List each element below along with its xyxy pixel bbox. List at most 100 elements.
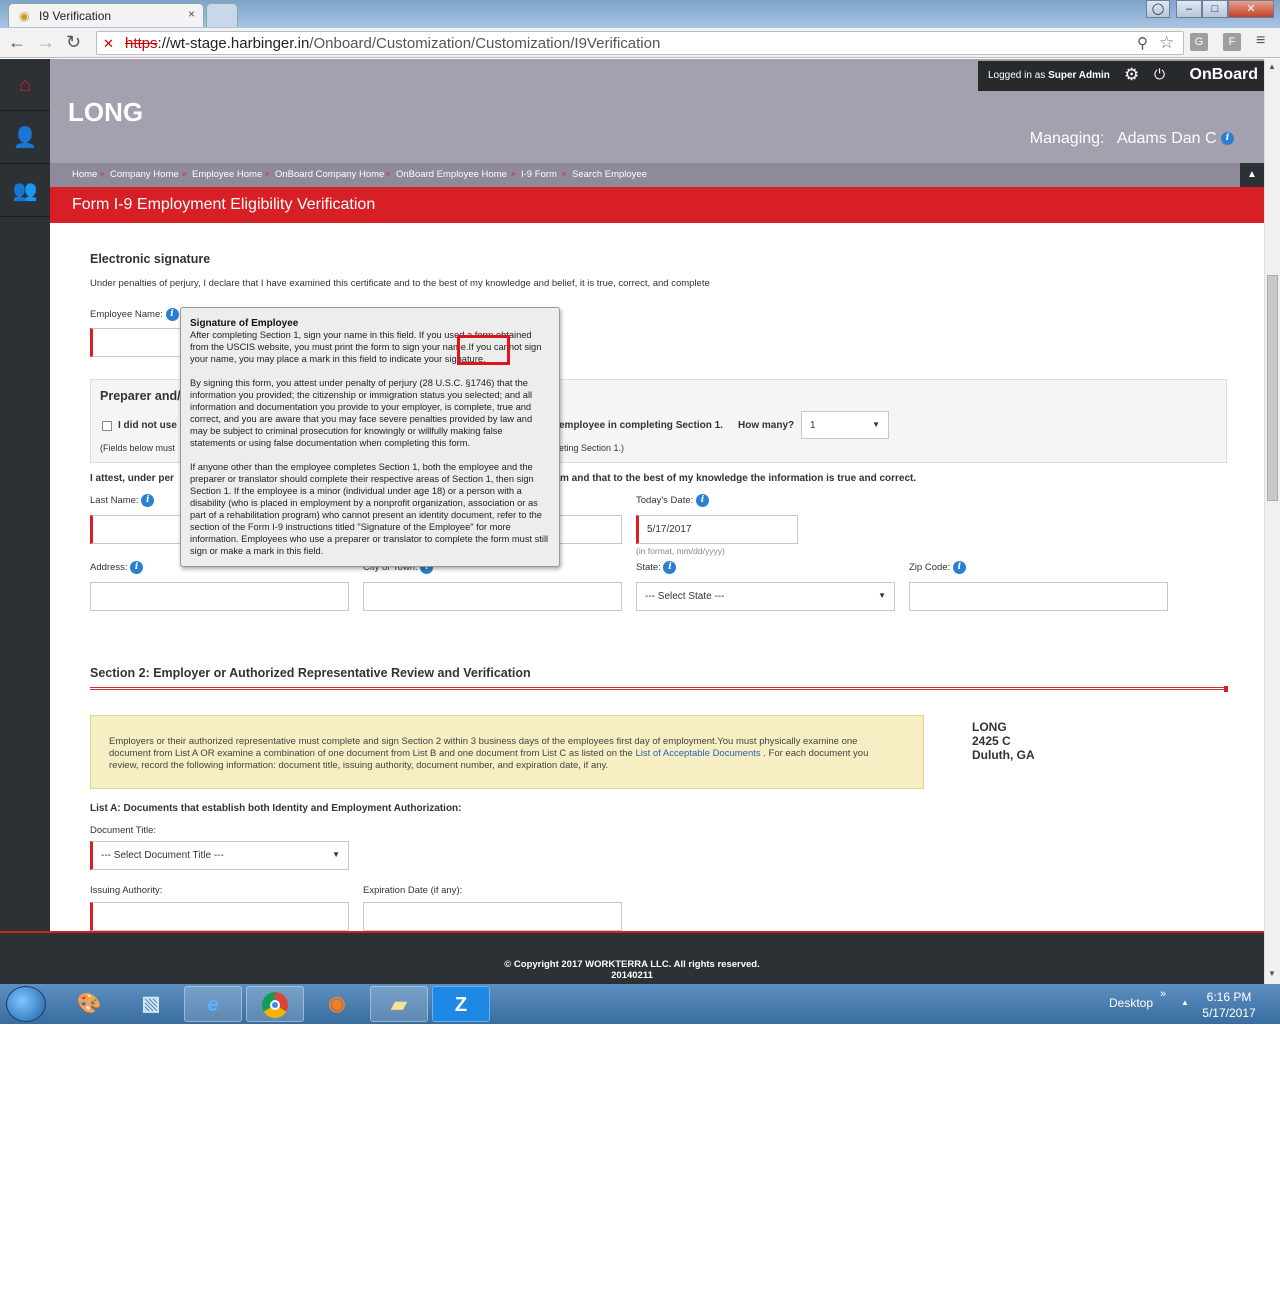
info-icon[interactable]: i [952,561,966,574]
info-icon[interactable]: i [130,561,144,574]
tooltip-paragraph-2: By signing this form, you attest under p… [190,378,533,448]
fields-note: (Fields below must [100,443,176,453]
assisted-text: employee in completing Section 1. [559,420,723,431]
gear-icon[interactable]: ⚙ [1124,65,1139,85]
page-footer: © Copyright 2017 WORKTERRA LLC. All righ… [0,931,1264,984]
issuing-authority-input[interactable] [90,902,349,931]
esign-statement: Under penalties of perjury, I declare th… [90,278,710,289]
left-sidebar: ⌂ 👤 👥 [0,59,50,931]
breadcrumb-onboard-employee-home[interactable]: OnBoard Employee Home [396,169,507,180]
url-text: https://wt-stage.harbinger.in/Onboard/Cu… [125,35,661,52]
tooltip-title: Signature of Employee [190,318,299,329]
profile-icon[interactable]: ◯ [1146,0,1170,18]
preparer-heading: Preparer and/ [100,389,181,403]
how-many-select[interactable]: 1 ▼ [801,411,889,439]
browser-tab-active[interactable]: ◉ I9 Verification × [8,3,204,27]
notes-app-icon[interactable]: ▧ [122,986,180,1022]
copyright-text: © Copyright 2017 WORKTERRA LLC. All righ… [0,959,1264,981]
last-name-label: Last Name: i [90,494,155,507]
extension-f-icon[interactable]: F [1223,33,1241,51]
employees-group-icon[interactable]: 👥 [0,165,50,217]
desktop-toolbar-label[interactable]: Desktop [1109,996,1153,1010]
employee-name-input[interactable] [90,328,190,357]
scroll-down-arrow-icon[interactable]: ▼ [1268,969,1276,978]
doc-title-select[interactable]: --- Select Document Title --- ▼ [90,841,349,870]
info-icon[interactable]: i [695,494,709,507]
zip-input[interactable] [909,582,1168,611]
city-input[interactable] [363,582,622,611]
breadcrumb-onboard-company-home[interactable]: OnBoard Company Home [275,169,384,180]
new-tab-button[interactable] [206,3,238,27]
firefox-app-icon[interactable]: ◉ [308,986,366,1022]
zoom-app-icon[interactable]: Z [432,986,490,1022]
attest-text: I attest, under per [90,473,174,484]
info-icon[interactable]: i [165,308,179,321]
company-logo: LONG [68,97,144,127]
browser-toolbar: ← → ↻ ✕ https://wt-stage.harbinger.in/On… [0,28,1280,58]
zip-label: Zip Code: i [909,561,966,574]
menu-icon[interactable]: ≡ [1256,32,1265,50]
start-button[interactable] [6,986,46,1022]
home-icon[interactable]: ⌂ [0,59,50,111]
todays-date-input[interactable]: 5/17/2017 [636,515,798,544]
sticky-notes-icon[interactable]: ▰ [370,986,428,1022]
last-name-input[interactable] [90,515,188,544]
chevron-right-icon[interactable]: » [1160,988,1166,1000]
expiration-label: Expiration Date (if any): [363,885,463,896]
breadcrumb: Home » Company Home » Employee Home » On… [50,163,1264,187]
favicon-icon: ◉ [19,9,30,23]
brand-name: OnBoard [1189,66,1258,83]
collapse-header-button[interactable]: ▲ [1240,163,1264,187]
close-window-button[interactable]: ✕ [1228,0,1274,18]
breadcrumb-i9-form[interactable]: I-9 Form [521,169,557,180]
info-icon[interactable]: i [663,561,677,574]
reload-icon[interactable]: ↻ [66,32,81,53]
user-bar: Logged in as Super Admin ⚙ ⏻ OnBoard [978,61,1264,91]
tray-clock[interactable]: 6:16 PM 5/17/2017 [1200,989,1258,1021]
esign-heading: Electronic signature [90,252,211,266]
minimize-button[interactable]: – [1176,0,1202,18]
acceptable-documents-link[interactable]: List of Acceptable Documents [635,748,760,759]
info-icon[interactable]: i [141,494,155,507]
page-title: Form I-9 Employment Eligibility Verifica… [72,196,376,213]
scroll-thumb[interactable] [1267,275,1278,501]
tray-expand-icon[interactable]: ▲ [1181,998,1189,1007]
breadcrumb-employee-home[interactable]: Employee Home [192,169,262,180]
bookmark-star-icon[interactable]: ☆ [1159,33,1174,53]
tooltip-paragraph-3: If anyone other than the employee comple… [190,462,549,556]
todays-date-label: Today's Date: i [636,494,709,507]
tab-close-icon[interactable]: × [188,7,195,21]
info-icon[interactable]: i [1221,132,1234,146]
breadcrumb-company-home[interactable]: Company Home [110,169,179,180]
no-preparer-checkbox[interactable] [102,421,112,431]
breadcrumb-home[interactable]: Home [72,169,97,180]
middle-field-input[interactable] [550,515,622,544]
back-arrow-icon[interactable]: ← [8,32,26,53]
internet-explorer-icon[interactable]: e [184,986,242,1022]
expiration-input[interactable] [363,902,622,931]
maximize-button[interactable]: □ [1202,0,1228,18]
paint-app-icon[interactable]: 🎨 [60,986,118,1022]
employee-name-label: Employee Name: i [90,308,179,321]
address-bar[interactable]: ✕ https://wt-stage.harbinger.in/Onboard/… [96,31,1184,55]
breadcrumb-search-employee[interactable]: Search Employee [572,169,647,180]
employee-icon[interactable]: 👤 [0,112,50,164]
forward-arrow-icon[interactable]: → [37,32,55,53]
power-icon[interactable]: ⏻ [1154,66,1165,83]
chrome-app-icon[interactable] [246,986,304,1022]
section2-heading: Section 2: Employer or Authorized Repres… [90,666,531,680]
list-a-heading: List A: Documents that establish both Id… [90,803,462,814]
state-select[interactable]: --- Select State --- ▼ [636,582,895,611]
extension-g-icon[interactable]: G [1190,33,1208,51]
tab-title: I9 Verification [39,9,112,23]
page-scrollbar[interactable]: ▲ ▼ [1264,59,1280,984]
state-label: State: i [636,561,677,574]
zoom-icon[interactable]: ⚲ [1137,34,1148,52]
address-label: Address: i [90,561,144,574]
address-input[interactable] [90,582,349,611]
no-preparer-label: I did not use [118,420,177,431]
section2-notice: Employers or their authorized representa… [90,715,924,789]
section2-divider [90,687,1227,690]
scroll-up-arrow-icon[interactable]: ▲ [1268,62,1276,71]
fields-note-end: eting Section 1.) [559,443,625,453]
